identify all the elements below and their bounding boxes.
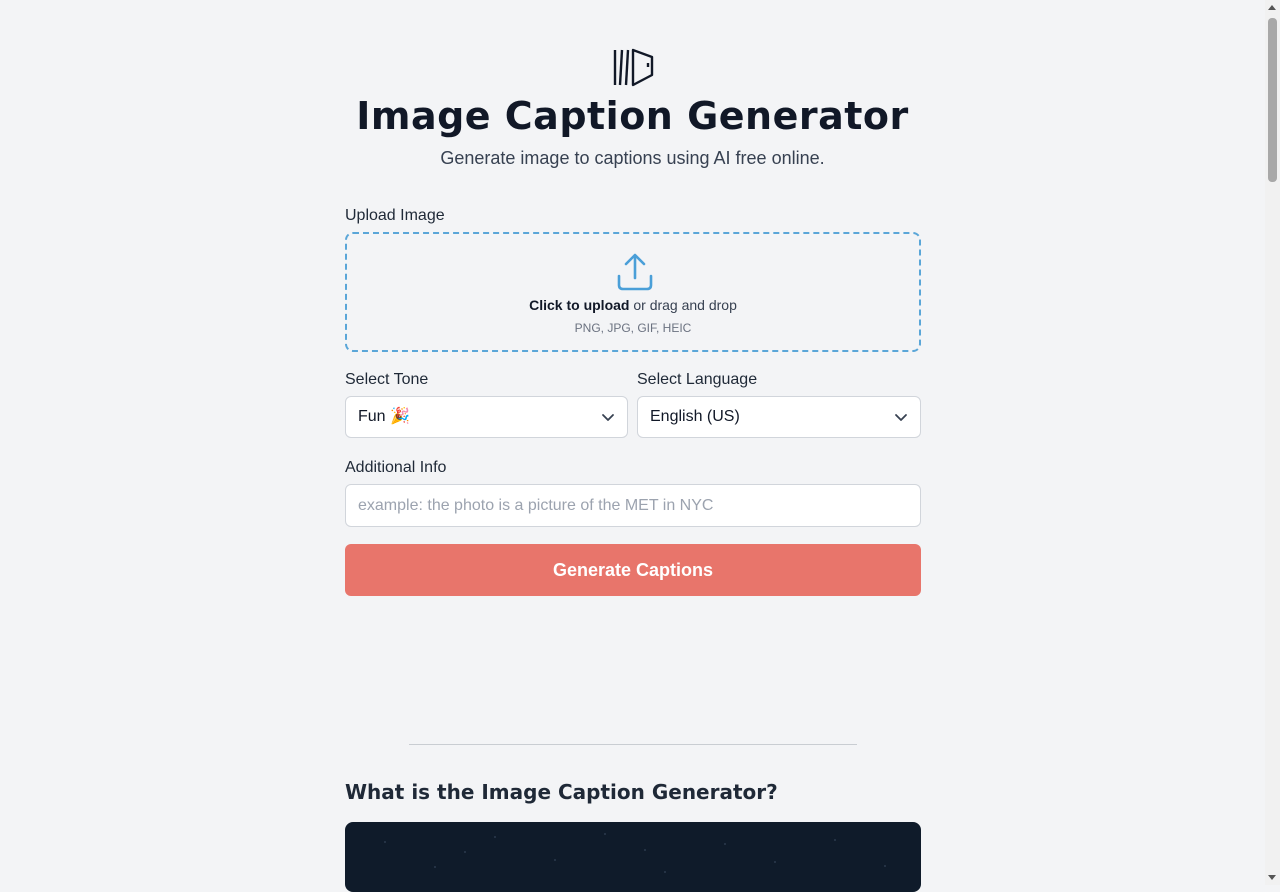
section-divider — [409, 744, 857, 745]
upload-image-label: Upload Image — [345, 207, 445, 224]
tone-select-value: Fun 🎉 — [358, 408, 410, 425]
scroll-down-arrow-icon[interactable] — [1268, 875, 1276, 880]
chevron-down-icon — [602, 414, 614, 421]
language-select[interactable]: English (US) — [637, 396, 921, 438]
additional-info-input[interactable] — [345, 484, 921, 527]
upload-formats: PNG, JPG, GIF, HEIC — [574, 321, 692, 335]
language-select-value: English (US) — [650, 408, 740, 425]
select-tone-label: Select Tone — [345, 371, 429, 388]
vertical-scrollbar[interactable] — [1265, 0, 1280, 885]
upload-instructions: Click to upload or drag and drop — [347, 297, 919, 313]
hero-image — [345, 822, 921, 892]
section-heading: What is the Image Caption Generator? — [345, 780, 778, 804]
page-title: Image Caption Generator — [356, 94, 909, 138]
select-language-label: Select Language — [637, 371, 758, 388]
scrollbar-thumb[interactable] — [1268, 18, 1277, 182]
page-subtitle: Generate image to captions using AI free… — [440, 148, 825, 168]
upload-dropzone[interactable]: Click to upload or drag and drop PNG, JP… — [345, 232, 921, 352]
captions-logo-icon — [613, 48, 654, 87]
starfield-decoration — [384, 833, 886, 873]
scroll-up-arrow-icon[interactable] — [1268, 5, 1276, 10]
page: Image Caption Generator Generate image t… — [0, 0, 1265, 892]
drag-drop-text: or drag and drop — [629, 297, 737, 313]
tone-select[interactable]: Fun 🎉 — [345, 396, 628, 438]
click-to-upload-text[interactable]: Click to upload — [529, 297, 629, 313]
additional-info-label: Additional Info — [345, 459, 447, 476]
upload-icon — [617, 253, 653, 291]
generate-captions-button[interactable]: Generate Captions — [345, 544, 921, 596]
chevron-down-icon — [895, 414, 907, 421]
